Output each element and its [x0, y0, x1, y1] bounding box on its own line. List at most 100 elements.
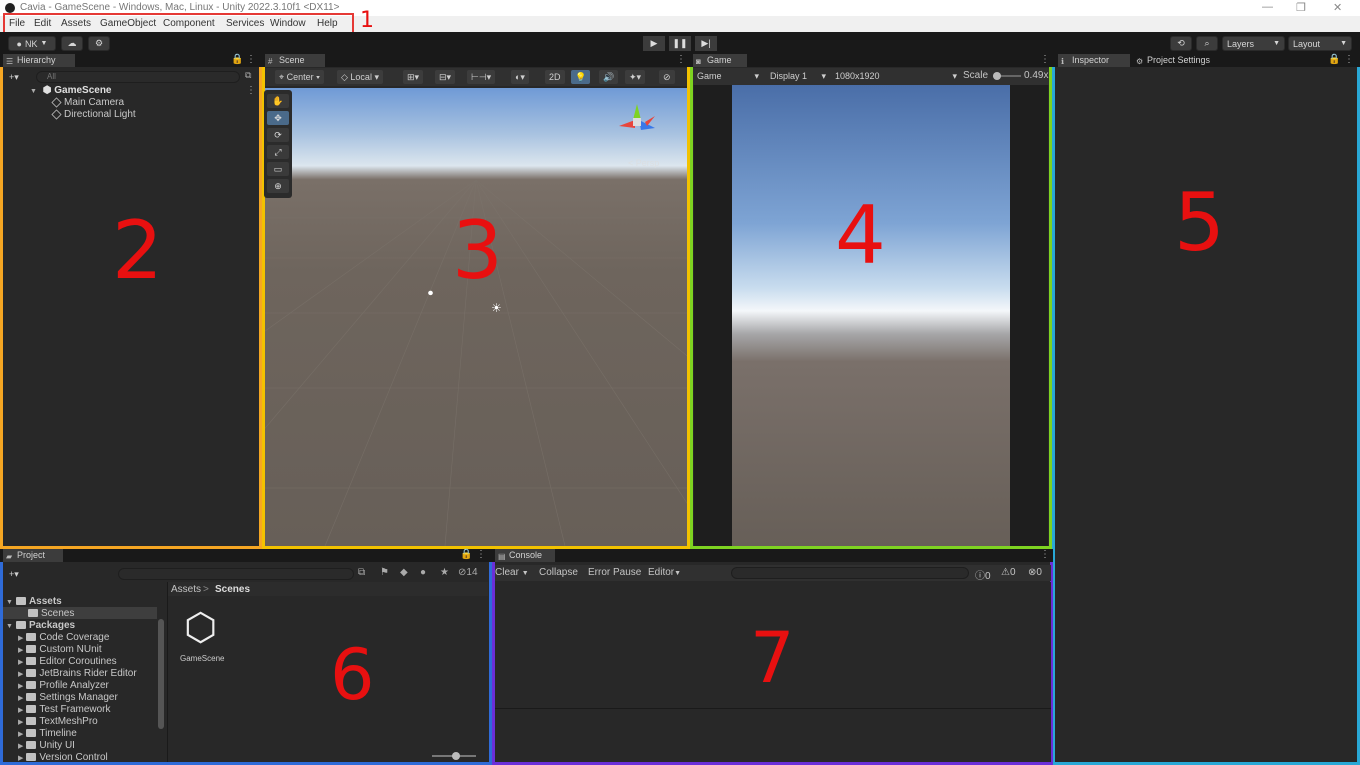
lock-icon[interactable]: 🔒 [231, 54, 243, 65]
error-count-toggle[interactable]: ⊗0 [1028, 567, 1042, 578]
package-item[interactable]: ▶ Editor Coroutines [18, 656, 117, 667]
package-item[interactable]: ▶ Profile Analyzer [18, 680, 109, 691]
folder-assets[interactable]: ▼ Assets [6, 596, 62, 607]
console-search-input[interactable] [731, 567, 969, 579]
package-item[interactable]: ▶ Unity UI [18, 740, 75, 751]
tab-scene[interactable]: # Scene [265, 54, 325, 67]
hidden-packages-toggle[interactable]: ⊘14 [458, 567, 478, 578]
folder-tree-scrollbar[interactable] [158, 619, 164, 729]
game-view-render[interactable] [732, 85, 1010, 546]
lock-icon[interactable]: 🔒 [1328, 54, 1340, 65]
pause-button[interactable]: ❚❚ [669, 36, 691, 51]
orientation-gizmo[interactable] [617, 102, 657, 142]
step-button[interactable]: ▶| [695, 36, 717, 51]
display-dropdown[interactable]: Display 1 ▾ [766, 69, 828, 83]
tab-inspector[interactable]: ℹ Inspector [1058, 54, 1130, 67]
warning-count-toggle[interactable]: ⚠0 [1001, 567, 1016, 578]
editor-dropdown[interactable]: Editor▼ [648, 567, 681, 578]
star-icon[interactable]: ★ [440, 567, 449, 578]
toggle-2d-button[interactable]: 2D [545, 70, 565, 84]
filter-icon[interactable]: ⧉ [245, 70, 251, 81]
more-icon[interactable]: ⋮ [246, 54, 256, 65]
account-button[interactable]: ● NK ▼ [8, 36, 56, 51]
icon-size-slider-thumb[interactable] [452, 752, 460, 760]
scale-slider-thumb[interactable] [993, 72, 1001, 80]
scene-root-item[interactable]: ▼ ⬢ GameScene [30, 85, 112, 96]
layout-dropdown[interactable]: Layout ▼ [1288, 36, 1352, 51]
scale-tool-button[interactable]: ⤢ [267, 145, 289, 159]
hierarchy-item-directional-light[interactable]: Directional Light [51, 109, 136, 120]
scale-slider[interactable] [993, 72, 1021, 80]
rect-tool-button[interactable]: ▭ [267, 162, 289, 176]
scene-viewport[interactable]: ⏺ ☀ < Persp [265, 88, 687, 546]
maximize-button[interactable]: ❐ [1296, 1, 1306, 14]
package-item[interactable]: ▶ Settings Manager [18, 692, 118, 703]
asset-tile[interactable]: ⬡ GameScene [180, 606, 230, 666]
folder-scenes[interactable]: Scenes [28, 608, 74, 619]
search-button[interactable]: ⌕ [1196, 36, 1218, 51]
ruler-button[interactable]: ⊢⊣▾ [467, 70, 496, 84]
camera-gizmo-icon[interactable]: ⏺ [428, 288, 433, 299]
minimize-button[interactable]: — [1262, 1, 1273, 13]
package-item[interactable]: ▶ Timeline [18, 728, 77, 739]
filter-label-icon[interactable]: ⚑ [380, 567, 389, 578]
lighting-toggle[interactable]: 💡 [571, 70, 591, 84]
error-pause-toggle[interactable]: Error Pause [588, 567, 641, 578]
history-button[interactable]: ⟲ [1170, 36, 1192, 51]
breadcrumb-assets[interactable]: Assets [171, 584, 201, 595]
visibility-toggle[interactable]: ⊘ [659, 70, 675, 84]
icon-size-slider[interactable] [432, 752, 476, 760]
hand-tool-button[interactable]: ✋ [267, 94, 289, 108]
package-item[interactable]: ▶ Test Framework [18, 704, 111, 715]
collapse-toggle[interactable]: Collapse [539, 567, 578, 578]
lock-icon[interactable]: 🔒 [460, 549, 472, 560]
filter-type-icon[interactable]: ⧉ [358, 567, 365, 578]
clear-dropdown[interactable]: Clear ▼ [495, 567, 529, 578]
transform-tool-button[interactable]: ⊕ [267, 179, 289, 193]
layers-dropdown[interactable]: Layers ▼ [1222, 36, 1285, 51]
hierarchy-search-input[interactable]: All [36, 71, 240, 83]
close-button[interactable]: ✕ [1333, 1, 1342, 14]
package-item[interactable]: ▶ Version Control [18, 752, 108, 763]
add-object-button[interactable]: +▾ [5, 70, 27, 84]
collab-button[interactable]: ⚙ [88, 36, 110, 51]
more-icon[interactable]: ⋮ [1040, 54, 1050, 65]
grid-snap-button[interactable]: ⊞▾ [403, 70, 424, 84]
resolution-dropdown[interactable]: 1080x1920 ▾ [831, 69, 959, 83]
tag-icon[interactable]: ◆ [400, 567, 408, 578]
audio-toggle[interactable]: 🔊 [599, 70, 619, 84]
pivot-dropdown[interactable]: ⌖ Center ▾ [275, 70, 324, 84]
light-gizmo-icon[interactable]: ☀ [491, 301, 502, 315]
folder-packages[interactable]: ▼ Packages [6, 620, 75, 631]
more-icon[interactable]: ⋮ [1344, 54, 1354, 65]
tab-game[interactable]: ◙ Game [693, 54, 747, 67]
more-icon[interactable]: ⋮ [1040, 549, 1050, 560]
scene-more-icon[interactable]: ⋮ [246, 85, 256, 96]
effects-dropdown[interactable]: ✦▾ [625, 70, 646, 84]
project-search-input[interactable] [118, 568, 354, 580]
tab-project[interactable]: ▰ Project [3, 549, 63, 562]
tab-hierarchy[interactable]: ☰ Hierarchy [3, 54, 75, 67]
play-button[interactable]: ▶ [643, 36, 665, 51]
tab-console[interactable]: ▤ Console [495, 549, 555, 562]
create-asset-button[interactable]: +▾ [5, 567, 29, 581]
move-tool-button[interactable]: ✥ [267, 111, 289, 125]
hierarchy-item-main-camera[interactable]: Main Camera [51, 97, 124, 108]
game-mode-dropdown[interactable]: Game ▾ [693, 69, 761, 83]
rotate-tool-button[interactable]: ⟳ [267, 128, 289, 142]
shading-dropdown[interactable]: ◐▾ [511, 70, 529, 84]
log-count-toggle[interactable]: ⓘ0 [975, 567, 991, 582]
package-item[interactable]: ▶ TextMeshPro [18, 716, 98, 727]
cloud-button[interactable]: ☁ [61, 36, 83, 51]
more-icon[interactable]: ⋮ [476, 549, 486, 560]
more-icon[interactable]: ⋮ [676, 54, 686, 65]
persp-label[interactable]: < Persp [628, 158, 659, 168]
tab-project-settings[interactable]: ⚙ Project Settings [1133, 54, 1243, 67]
breadcrumb-scenes[interactable]: Scenes [215, 584, 250, 595]
increment-snap-button[interactable]: ⊟▾ [435, 70, 456, 84]
package-item[interactable]: ▶ Code Coverage [18, 632, 109, 643]
space-dropdown[interactable]: ◇ Local ▾ [337, 70, 383, 84]
package-item[interactable]: ▶ Custom NUnit [18, 644, 102, 655]
project-splitter[interactable] [167, 582, 168, 762]
package-item[interactable]: ▶ JetBrains Rider Editor [18, 668, 137, 679]
